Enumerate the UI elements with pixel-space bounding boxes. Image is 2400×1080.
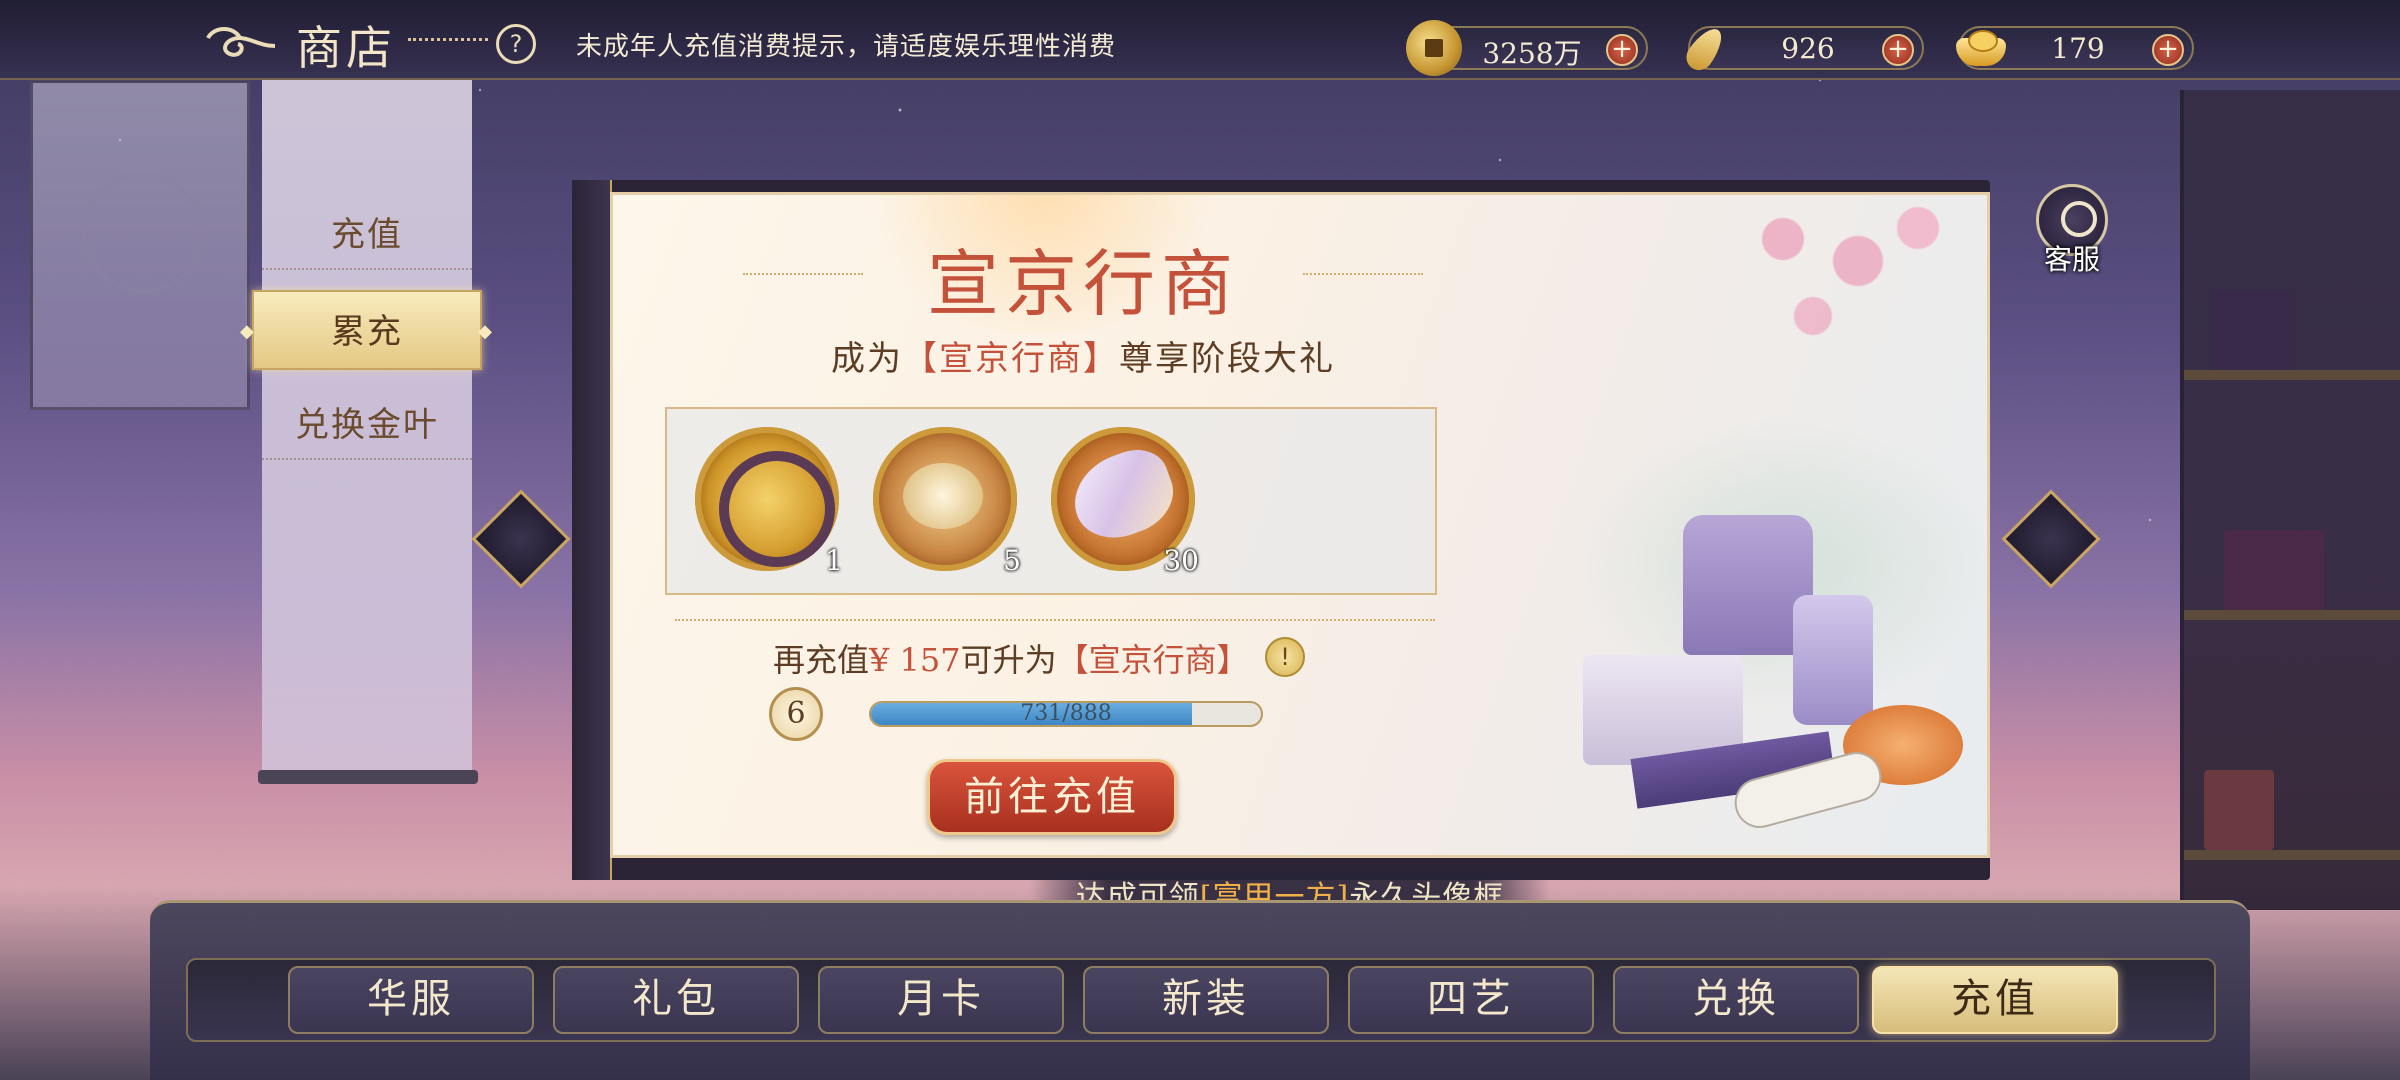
tab-exchange[interactable]: 兑换 (1613, 966, 1859, 1034)
recharge-rank: 【宣京行商】 (1056, 641, 1249, 679)
level-badge: 6 (769, 687, 823, 741)
section-divider (675, 619, 1435, 621)
tab-new-outfit[interactable]: 新装 (1083, 966, 1329, 1034)
shelf-board (2184, 370, 2400, 380)
subtitle-suffix: 尊享阶段大礼 (1119, 339, 1335, 379)
subtitle-prefix: 成为 (831, 339, 903, 379)
next-arrow-icon[interactable] (2001, 489, 2101, 589)
subtitle-rank: 【宣京行商】 (903, 339, 1119, 379)
side-item-exchange-gold-leaf[interactable]: 兑换金叶 (262, 390, 472, 460)
currency-coin: 3258万 + (1406, 20, 1648, 76)
side-item-recharge[interactable]: 充值 (262, 200, 472, 270)
tab-gift-pack[interactable]: 礼包 (553, 966, 799, 1034)
rewards-box: 1 5 30 (665, 407, 1437, 595)
tab-recharge[interactable]: 充值 (1872, 966, 2118, 1034)
side-menu: 充值 累充 兑换金叶 (240, 80, 494, 780)
cherry-blossom-decoration (1693, 195, 1987, 415)
recharge-amount: ¥ 157 (869, 641, 961, 679)
shelf-box (2204, 770, 2274, 850)
recharge-progress-bar: 731/888 (869, 701, 1263, 727)
main-panel: 宣京行商 成为【宣京行商】尊享阶段大礼 1 5 30 再充值¥ 157可升为【宣… (610, 192, 1990, 858)
recharge-requirement: 再充值¥ 157可升为【宣京行商】 (773, 635, 1249, 681)
side-menu-rod (258, 770, 478, 784)
go-recharge-button[interactable]: 前往充值 (927, 759, 1177, 835)
tab-luxury-clothing[interactable]: 华服 (288, 966, 534, 1034)
add-ingot-button[interactable]: + (2152, 34, 2184, 66)
rank-title: 宣京行商 (926, 242, 1239, 326)
reward-count: 1 (825, 544, 843, 577)
reward-count: 30 (1163, 544, 1199, 577)
gift-pile-illustration (1573, 515, 1973, 835)
tab-monthly-card[interactable]: 月卡 (818, 966, 1064, 1034)
currency-value: 926 (1781, 32, 1835, 65)
rank-subtitle: 成为【宣京行商】尊享阶段大礼 (763, 331, 1403, 380)
coin-icon (1406, 20, 1462, 76)
customer-service-button[interactable]: 客服 (2030, 184, 2114, 276)
currency-value: 179 (2051, 32, 2105, 65)
gift-jar (1793, 595, 1873, 725)
help-icon[interactable]: ? (496, 24, 536, 64)
previous-arrow-icon[interactable] (471, 489, 571, 589)
top-bar: 商店 ? 未成年人充值消费提示，请适度娱乐理性消费 3258万 + 926 + … (0, 0, 2400, 80)
customer-service-label: 客服 (2043, 243, 2100, 276)
currency-value: 3258万 (1482, 37, 1582, 70)
currency-ingot: 179 + (1956, 26, 2194, 70)
reward-crystal-petal[interactable]: 30 (1051, 427, 1199, 577)
page-title: 商店 (296, 21, 396, 75)
bookshelf-decoration (2180, 90, 2400, 910)
shelf-box (2214, 290, 2294, 370)
ingot-icon (1952, 20, 2008, 76)
hanging-scroll-decoration (30, 80, 250, 410)
shelf-board (2184, 610, 2400, 620)
currency-gold-leaf: 926 + (1688, 26, 1924, 70)
reward-golden-pendant[interactable]: 5 (873, 427, 1021, 577)
side-item-cumulative-recharge[interactable]: 累充 (240, 290, 494, 372)
title-ornament-left (743, 273, 863, 275)
reward-avatar-frame[interactable]: 1 (695, 427, 843, 577)
recharge-mid: 可升为 (960, 641, 1057, 679)
add-gold-leaf-button[interactable]: + (1882, 34, 1914, 66)
info-icon[interactable]: ! (1265, 637, 1305, 677)
cloud-swirl-icon (206, 27, 276, 57)
reward-ring (695, 427, 839, 571)
leaf-icon (1682, 20, 1738, 76)
add-coin-button[interactable]: + (1606, 34, 1638, 66)
minor-spending-notice: 未成年人充值消费提示，请适度娱乐理性消费 (576, 32, 1117, 62)
seal-pattern (83, 173, 203, 293)
tab-four-arts[interactable]: 四艺 (1348, 966, 1594, 1034)
shelf-board (2184, 850, 2400, 860)
panel-left-edge (572, 180, 612, 880)
reward-count: 5 (1003, 544, 1021, 577)
title-divider (408, 38, 488, 41)
progress-text: 731/888 (1020, 701, 1112, 726)
reward-ring (873, 427, 1017, 571)
recharge-prefix: 再充值 (773, 641, 870, 679)
shelf-box (2224, 530, 2324, 610)
title-ornament-right (1303, 273, 1423, 275)
